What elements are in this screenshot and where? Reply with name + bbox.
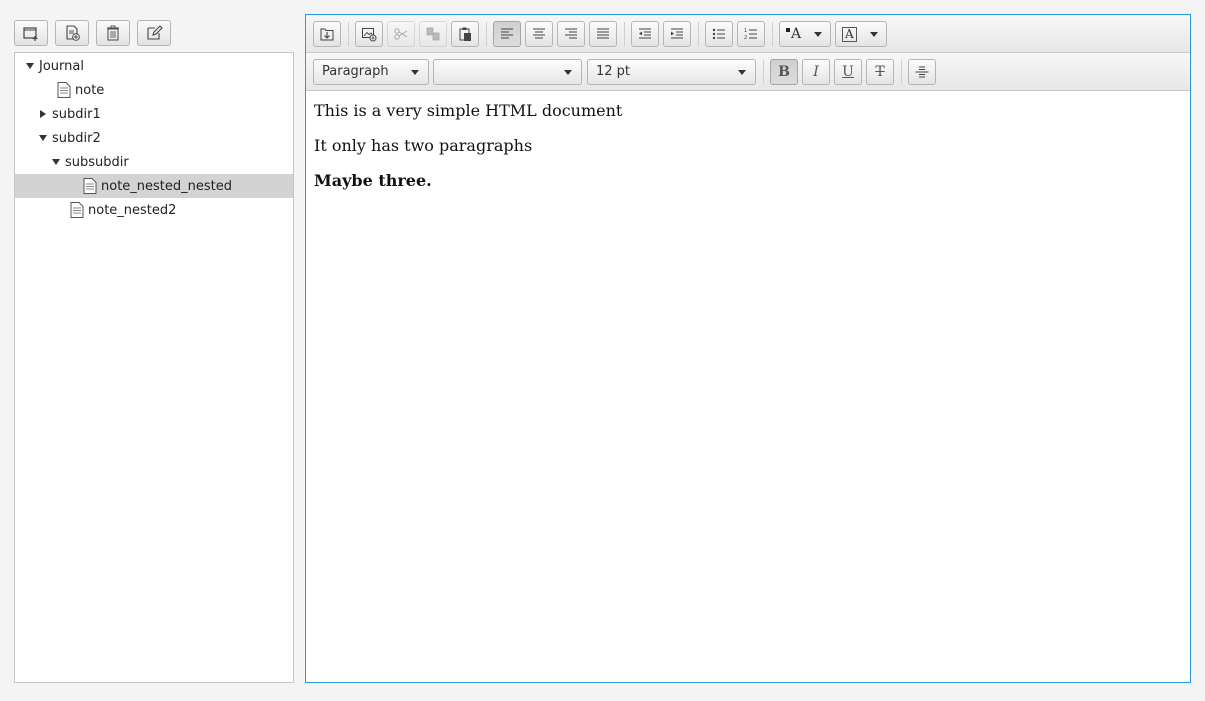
horizontal-rule-icon [915, 66, 929, 78]
chevron-right-icon[interactable] [40, 110, 46, 118]
svg-text:1: 1 [744, 28, 747, 34]
bold-button[interactable]: B [770, 59, 798, 85]
copy-icon [426, 27, 440, 41]
document-paragraph: Maybe three. [314, 171, 432, 190]
tree-item-note[interactable]: note [15, 78, 293, 102]
toolbar-separator [348, 22, 349, 46]
strikethrough-button[interactable]: T [866, 59, 894, 85]
new-note-button[interactable] [55, 20, 89, 46]
document-paragraph: It only has two paragraphs [314, 136, 533, 155]
bold-icon: B [778, 64, 790, 80]
outdent-icon [639, 28, 651, 39]
chevron-down-icon [814, 32, 822, 37]
new-folder-button[interactable] [14, 20, 48, 46]
rename-button[interactable] [137, 20, 171, 46]
toolbar-separator [763, 60, 764, 84]
tree-item-label: Journal [39, 58, 84, 74]
font-family-select[interactable] [433, 59, 582, 85]
toolbar-separator [698, 22, 699, 46]
insert-image-button[interactable] [355, 21, 383, 47]
tree-item-journal[interactable]: Journal [15, 54, 293, 78]
chevron-down-icon[interactable] [26, 63, 34, 69]
align-left-button[interactable] [493, 21, 521, 47]
align-right-icon [565, 28, 577, 39]
align-justify-button[interactable] [589, 21, 617, 47]
html-editor: 12 A A Paragraph 12 pt B I U T This is a… [305, 14, 1191, 683]
numbered-list-icon: 12 [744, 28, 757, 41]
bullet-list-icon [712, 28, 725, 40]
italic-button[interactable]: I [802, 59, 830, 85]
svg-text:2: 2 [744, 35, 747, 41]
paragraph-style-select[interactable]: Paragraph [313, 59, 429, 85]
save-icon [320, 28, 334, 41]
delete-button[interactable] [96, 20, 130, 46]
new-note-icon [66, 25, 80, 41]
image-icon [362, 28, 377, 42]
toolbar-separator [901, 60, 902, 84]
tree-item-label: subdir1 [52, 106, 101, 122]
document-icon [57, 82, 71, 98]
scissors-icon [394, 28, 408, 40]
note-tree: Journal note subdir1 subdir2 subsubdir n… [14, 52, 294, 683]
paragraph-style-value: Paragraph [322, 64, 389, 79]
cut-button[interactable] [387, 21, 415, 47]
document-paragraph: This is a very simple HTML document [314, 101, 623, 120]
tree-item-label: note [75, 82, 105, 98]
color-swatch [786, 28, 790, 32]
toolbar-separator [624, 22, 625, 46]
tree-item-subdir2[interactable]: subdir2 [15, 126, 293, 150]
underline-icon: U [842, 64, 854, 80]
numbered-list-button[interactable]: 12 [737, 21, 765, 47]
align-center-icon [533, 28, 545, 39]
outdent-button[interactable] [631, 21, 659, 47]
clipboard-icon [459, 27, 471, 41]
underline-button[interactable]: U [834, 59, 862, 85]
toolbar-separator [486, 22, 487, 46]
copy-button[interactable] [419, 21, 447, 47]
chevron-down-icon [564, 70, 572, 75]
new-folder-icon [23, 27, 38, 41]
editor-toolbar-bottom: Paragraph 12 pt B I U T [306, 53, 1190, 91]
italic-icon: I [813, 64, 819, 80]
tree-item-label: note_nested2 [88, 202, 177, 218]
font-size-select[interactable]: 12 pt [587, 59, 756, 85]
horizontal-rule-button[interactable] [908, 59, 936, 85]
text-color-icon: A [791, 26, 802, 42]
chevron-down-icon [870, 32, 878, 37]
highlight-icon: A [842, 26, 857, 42]
align-center-button[interactable] [525, 21, 553, 47]
align-justify-icon [597, 28, 609, 39]
document-content[interactable]: This is a very simple HTML document It o… [306, 92, 1190, 682]
document-icon [70, 202, 84, 218]
text-color-button[interactable]: A [779, 21, 831, 47]
chevron-down-icon [411, 70, 419, 75]
editor-toolbar-top: 12 A A [306, 15, 1190, 53]
toolbar-separator [772, 22, 773, 46]
align-right-button[interactable] [557, 21, 585, 47]
bullet-list-button[interactable] [705, 21, 733, 47]
tree-item-label: note_nested_nested [101, 178, 233, 194]
chevron-down-icon [738, 70, 746, 75]
strikethrough-icon: T [875, 64, 885, 80]
paste-button[interactable] [451, 21, 479, 47]
tree-item-subdir1[interactable]: subdir1 [15, 102, 293, 126]
chevron-down-icon[interactable] [39, 135, 47, 141]
tree-item-label: subsubdir [65, 154, 129, 170]
save-button[interactable] [313, 21, 341, 47]
align-left-icon [501, 28, 513, 39]
chevron-down-icon[interactable] [52, 159, 60, 165]
highlight-color-button[interactable]: A [835, 21, 887, 47]
font-size-value: 12 pt [596, 64, 631, 79]
tree-item-subsubdir[interactable]: subsubdir [15, 150, 293, 174]
tree-item-label: subdir2 [52, 130, 101, 146]
tree-item-note-nested-nested[interactable]: note_nested_nested [15, 174, 293, 198]
indent-button[interactable] [663, 21, 691, 47]
tree-item-note-nested2[interactable]: note_nested2 [15, 198, 293, 222]
indent-icon [671, 28, 683, 39]
trash-icon [107, 25, 119, 41]
document-icon [83, 178, 97, 194]
edit-icon [147, 25, 163, 40]
